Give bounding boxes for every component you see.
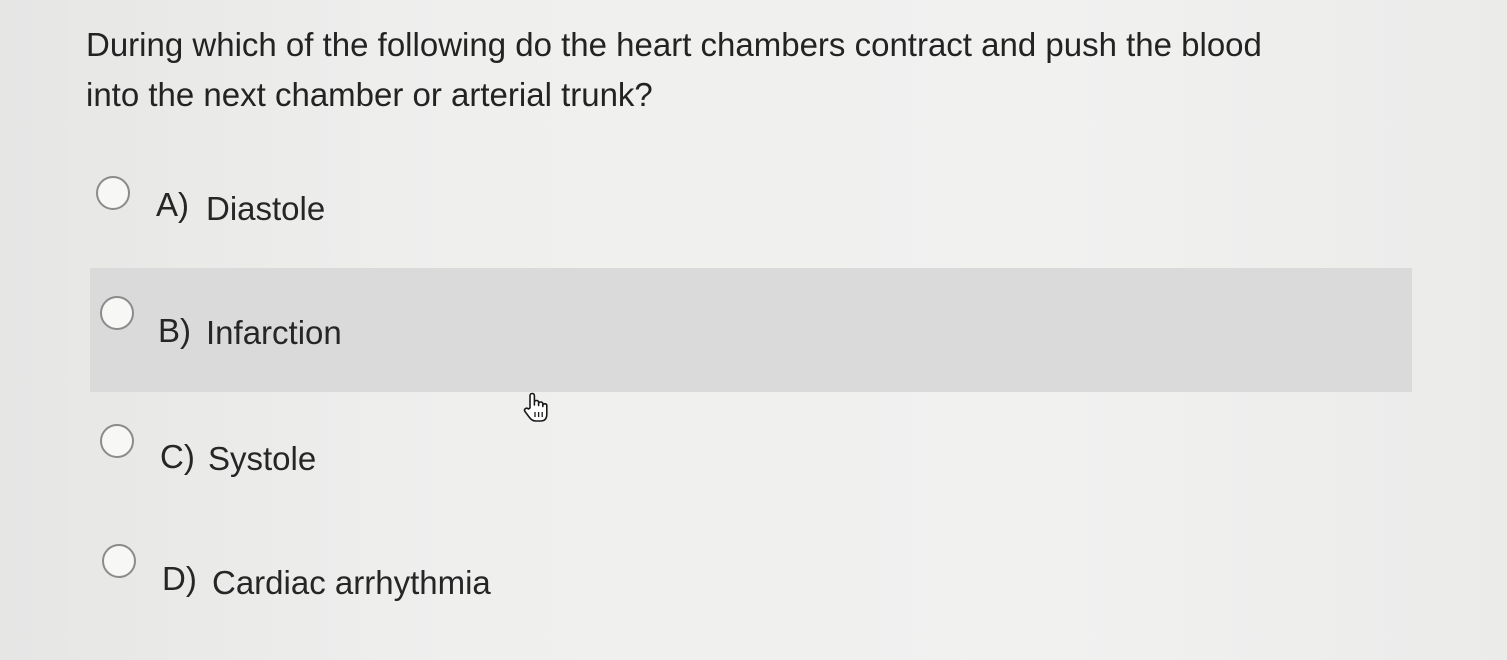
- hand-pointer-icon: [523, 392, 548, 422]
- radio-button-a[interactable]: [96, 176, 130, 210]
- option-letter-b: B): [158, 312, 191, 349]
- option-b[interactable]: B) Infarction: [90, 268, 1412, 392]
- option-letter-c: C): [160, 438, 195, 475]
- option-letter-d: D): [162, 560, 197, 597]
- question-line-1: During which of the following do the hea…: [86, 26, 1262, 63]
- option-label-a: Diastole: [206, 190, 326, 227]
- quiz-page: During which of the following do the hea…: [0, 0, 1507, 660]
- option-label-c: Systole: [208, 440, 317, 477]
- question-text: During which of the following do the hea…: [86, 20, 1406, 120]
- option-label-b: Infarction: [206, 314, 342, 351]
- option-letter-a: A): [156, 186, 189, 223]
- option-label-d: Cardiac arrhythmia: [212, 564, 491, 601]
- radio-button-d[interactable]: [102, 544, 136, 578]
- question-line-2: into the next chamber or arterial trunk?: [86, 76, 653, 113]
- option-a[interactable]: A) Diastole: [90, 146, 1412, 270]
- radio-button-c[interactable]: [100, 424, 134, 458]
- option-c[interactable]: C) Systole: [90, 392, 1412, 516]
- option-d[interactable]: D) Cardiac arrhythmia: [90, 516, 1412, 640]
- radio-button-b[interactable]: [100, 296, 134, 330]
